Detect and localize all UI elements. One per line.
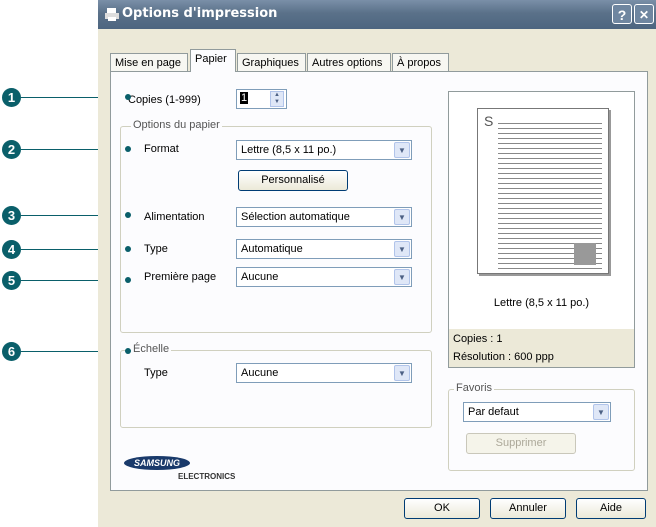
page-image-block <box>574 243 596 265</box>
chevron-down-icon[interactable]: ▼ <box>394 142 410 158</box>
format-label: Format <box>144 143 179 155</box>
chevron-down-icon[interactable]: ▼ <box>394 269 410 285</box>
tab-a-propos[interactable]: À propos <box>392 53 449 71</box>
favorites-value: Par defaut <box>468 406 519 418</box>
preview-panel: S Lettre (8,5 x 11 po.) Copies : 1 Résol… <box>448 91 635 368</box>
favorites-select[interactable]: Par defaut ▼ <box>463 402 611 422</box>
cancel-button[interactable]: Annuler <box>490 498 566 519</box>
spinner-arrows-icon[interactable]: ▲ ▼ <box>270 91 284 107</box>
favorites-title: Favoris <box>454 382 495 394</box>
paper-caption: Lettre (8,5 x 11 po.) <box>493 297 590 309</box>
chevron-down-icon[interactable]: ▼ <box>394 241 410 257</box>
first-page-select[interactable]: Aucune ▼ <box>236 267 412 287</box>
format-value: Lettre (8,5 x 11 po.) <box>241 144 337 156</box>
scaling-type-value: Aucune <box>241 367 279 379</box>
chevron-down-icon[interactable]: ▼ <box>394 365 410 381</box>
first-page-value: Aucune <box>241 271 279 283</box>
first-page-label: Première page <box>144 271 217 283</box>
callout-3-dot <box>125 212 131 218</box>
delete-favorite-button[interactable]: Supprimer <box>466 433 576 454</box>
scaling-type-label: Type <box>144 367 168 379</box>
callout-1-dot <box>125 94 131 100</box>
close-icon[interactable]: ✕ <box>634 4 654 24</box>
copies-info: Copies : 1 <box>453 333 503 345</box>
scaling-group <box>120 350 432 428</box>
page-preview: S <box>477 108 609 274</box>
format-select[interactable]: Lettre (8,5 x 11 po.) ▼ <box>236 140 412 160</box>
type-select[interactable]: Automatique ▼ <box>236 239 412 259</box>
tab-mise-en-page[interactable]: Mise en page <box>110 53 188 71</box>
custom-size-button[interactable]: Personnalisé <box>238 170 348 191</box>
help-title-button[interactable]: ? <box>612 4 632 24</box>
preview-info: Copies : 1 Résolution : 600 ppp <box>449 329 634 367</box>
paper-options-title: Options du papier <box>131 119 222 131</box>
callout-2-dot <box>125 146 131 152</box>
page-letter: S <box>484 113 494 129</box>
chevron-down-icon[interactable]: ▼ <box>394 209 410 225</box>
source-select[interactable]: Sélection automatique ▼ <box>236 207 412 227</box>
source-label: Alimentation <box>144 211 205 223</box>
window-title: Options d'impression <box>122 6 278 21</box>
chevron-down-icon[interactable]: ▼ <box>593 404 609 420</box>
copies-value[interactable]: 1 <box>240 92 249 104</box>
callout-5: 5 <box>2 271 21 290</box>
tab-graphiques[interactable]: Graphiques <box>237 53 306 71</box>
scaling-type-select[interactable]: Aucune ▼ <box>236 363 412 383</box>
resolution-info: Résolution : 600 ppp <box>453 351 554 363</box>
copies-label: Copies (1-999) <box>128 94 201 106</box>
samsung-logo: SAMSUNG ELECTRONICS <box>124 452 236 484</box>
printer-icon <box>104 6 120 22</box>
logo-brand: SAMSUNG <box>124 456 190 470</box>
callout-3: 3 <box>2 206 21 225</box>
type-label: Type <box>144 243 168 255</box>
scaling-title: Échelle <box>131 343 172 355</box>
callout-1: 1 <box>2 88 21 107</box>
callout-4-dot <box>125 246 131 252</box>
type-value: Automatique <box>241 243 303 255</box>
callout-4: 4 <box>2 240 21 259</box>
logo-sub: ELECTRONICS <box>178 472 236 481</box>
copies-spinner[interactable]: 1 ▲ ▼ <box>236 89 287 109</box>
source-value: Sélection automatique <box>241 211 350 223</box>
tab-papier[interactable]: Papier <box>190 49 236 72</box>
tab-autres-options[interactable]: Autres options <box>307 53 391 71</box>
help-button[interactable]: Aide <box>576 498 646 519</box>
callout-5-dot <box>125 277 131 283</box>
title-bar: Options d'impression ? ✕ <box>98 0 656 29</box>
callout-2: 2 <box>2 140 21 159</box>
callout-6: 6 <box>2 342 21 361</box>
ok-button[interactable]: OK <box>404 498 480 519</box>
